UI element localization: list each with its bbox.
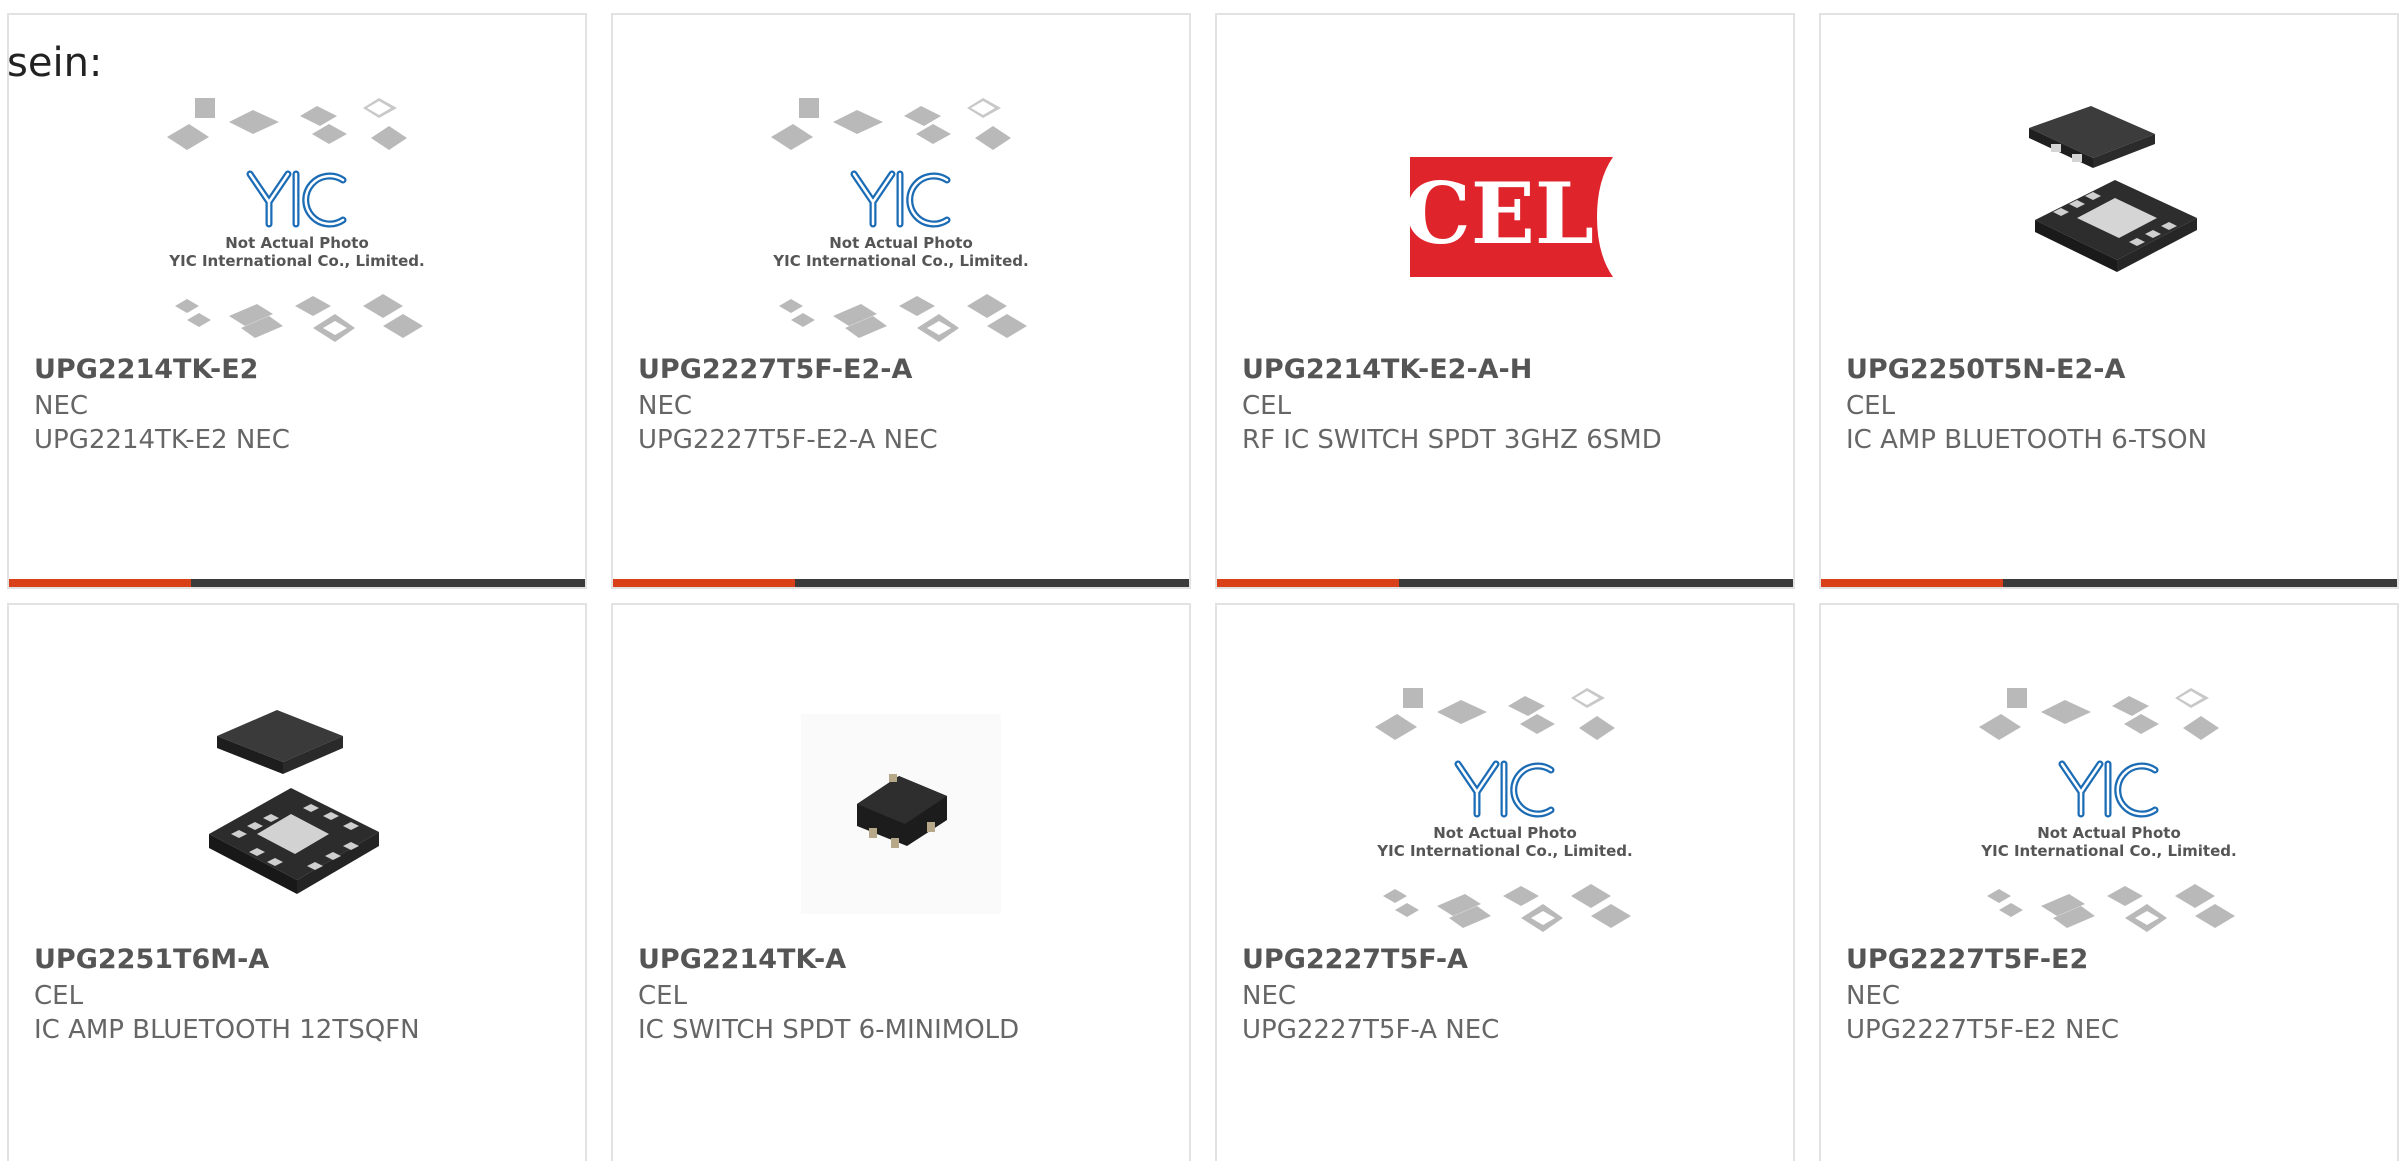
- product-card[interactable]: Not Actual Photo YIC International Co., …: [611, 13, 1191, 589]
- manufacturer: CEL: [34, 981, 84, 1011]
- svg-text:Not Actual Photo: Not Actual Photo: [829, 234, 973, 252]
- card-accent-bar: [613, 579, 795, 587]
- cel-logo-image[interactable]: CEL: [1365, 94, 1645, 354]
- description: IC AMP BLUETOOTH 12TSQFN: [34, 1015, 420, 1045]
- card-accent-bar: [9, 579, 191, 587]
- part-number[interactable]: UPG2251T6M-A: [34, 944, 269, 975]
- product-grid-page: sein: Not Actual Photo YIC International…: [0, 0, 2400, 1161]
- svg-text:Not Actual Photo: Not Actual Photo: [2037, 824, 2181, 842]
- card-bottom-bar: [1217, 579, 1793, 587]
- lead-text: sein:: [7, 40, 103, 86]
- tson-chip-image[interactable]: [1969, 94, 2249, 354]
- placeholder-image[interactable]: Not Actual Photo YIC International Co., …: [1969, 684, 2249, 944]
- part-number[interactable]: UPG2250T5N-E2-A: [1846, 354, 2125, 385]
- product-card[interactable]: Not Actual Photo YIC International Co., …: [1819, 603, 2399, 1161]
- card-bottom-bar: [1821, 579, 2397, 587]
- placeholder-image[interactable]: Not Actual Photo YIC International Co., …: [157, 94, 437, 354]
- product-card[interactable]: Not Actual Photo YIC International Co., …: [1215, 603, 1795, 1161]
- part-number[interactable]: UPG2214TK-E2-A-H: [1242, 354, 1532, 385]
- card-bottom-bar: [613, 579, 1189, 587]
- manufacturer: NEC: [638, 391, 693, 421]
- card-accent-bar: [1217, 579, 1399, 587]
- minimold-chip-image[interactable]: [761, 684, 1041, 944]
- part-number[interactable]: UPG2227T5F-E2-A: [638, 354, 912, 385]
- card-accent-bar: [1821, 579, 2003, 587]
- product-card[interactable]: UPG2250T5N-E2-A CEL IC AMP BLUETOOTH 6-T…: [1819, 13, 2399, 589]
- description: UPG2227T5F-E2 NEC: [1846, 1015, 2120, 1045]
- placeholder-image[interactable]: Not Actual Photo YIC International Co., …: [1365, 684, 1645, 944]
- manufacturer: CEL: [1846, 391, 1896, 421]
- product-card[interactable]: UPG2251T6M-A CEL IC AMP BLUETOOTH 12TSQF…: [7, 603, 587, 1161]
- qfn-chip-image[interactable]: [157, 684, 437, 944]
- part-number[interactable]: UPG2227T5F-A: [1242, 944, 1468, 975]
- description: UPG2214TK-E2 NEC: [34, 425, 290, 455]
- description: IC AMP BLUETOOTH 6-TSON: [1846, 425, 2208, 455]
- manufacturer: NEC: [1846, 981, 1901, 1011]
- card-bottom-bar: [9, 579, 585, 587]
- manufacturer: NEC: [1242, 981, 1297, 1011]
- part-number[interactable]: UPG2214TK-E2: [34, 354, 258, 385]
- part-number[interactable]: UPG2214TK-A: [638, 944, 846, 975]
- svg-text:Not Actual Photo: Not Actual Photo: [225, 234, 369, 252]
- manufacturer: CEL: [638, 981, 688, 1011]
- description: UPG2227T5F-E2-A NEC: [638, 425, 938, 455]
- product-card[interactable]: Not Actual Photo YIC International Co., …: [7, 13, 587, 589]
- svg-text:YIC International Co., Limited: YIC International Co., Limited.: [1376, 842, 1632, 860]
- manufacturer: NEC: [34, 391, 89, 421]
- svg-text:YIC International Co., Limited: YIC International Co., Limited.: [1980, 842, 2236, 860]
- product-card[interactable]: UPG2214TK-A CEL IC SWITCH SPDT 6-MINIMOL…: [611, 603, 1191, 1161]
- product-card[interactable]: CEL UPG2214TK-E2-A-H CEL RF IC SWITCH SP…: [1215, 13, 1795, 589]
- description: IC SWITCH SPDT 6-MINIMOLD: [638, 1015, 1020, 1045]
- part-number[interactable]: UPG2227T5F-E2: [1846, 944, 2088, 975]
- description: RF IC SWITCH SPDT 3GHZ 6SMD: [1242, 425, 1662, 455]
- svg-text:YIC International Co., Limited: YIC International Co., Limited.: [772, 252, 1028, 270]
- description: UPG2227T5F-A NEC: [1242, 1015, 1500, 1045]
- cel-logo-text: CEL: [1404, 164, 1594, 263]
- manufacturer: CEL: [1242, 391, 1292, 421]
- svg-text:Not Actual Photo: Not Actual Photo: [1433, 824, 1577, 842]
- placeholder-image[interactable]: Not Actual Photo YIC International Co., …: [761, 94, 1041, 354]
- svg-text:YIC International Co., Limited: YIC International Co., Limited.: [168, 252, 424, 270]
